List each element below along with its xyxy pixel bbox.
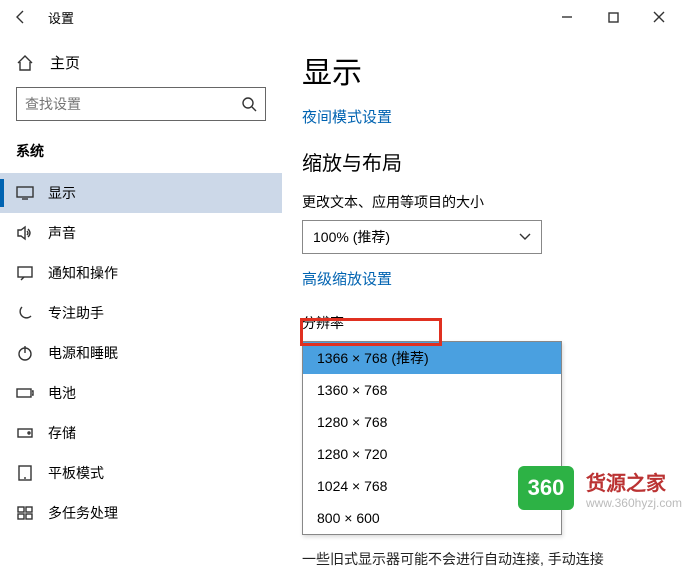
sidebar-item-label: 存储 <box>48 423 76 443</box>
sidebar-item-label: 电源和睡眠 <box>48 343 118 363</box>
minimize-button[interactable] <box>544 0 590 34</box>
multitask-icon <box>16 506 34 520</box>
resolution-option[interactable]: 1366 × 768 (推荐) <box>303 342 561 374</box>
maximize-button[interactable] <box>590 0 636 34</box>
sidebar-item-display[interactable]: 显示 <box>0 173 282 213</box>
sidebar-item-label: 电池 <box>48 383 76 403</box>
close-icon <box>653 11 665 23</box>
footnote-text: 一些旧式显示器可能不会进行自动连接, 手动连接 <box>302 549 662 570</box>
sidebar-item-sound[interactable]: 声音 <box>0 213 282 253</box>
advanced-scale-link[interactable]: 高级缩放设置 <box>302 268 392 289</box>
maximize-icon <box>608 12 619 23</box>
page-title: 显示 <box>302 48 662 92</box>
scale-section-title: 缩放与布局 <box>302 147 662 176</box>
sidebar-item-notifications[interactable]: 通知和操作 <box>0 253 282 293</box>
sidebar-item-battery[interactable]: 电池 <box>0 373 282 413</box>
watermark: 360 货源之家 www.360hyzj.com <box>518 466 682 510</box>
titlebar: 设置 <box>0 0 682 34</box>
tablet-icon <box>16 465 34 481</box>
sidebar-item-multitask[interactable]: 多任务处理 <box>0 493 282 533</box>
main-panel: 显示 夜间模式设置 缩放与布局 更改文本、应用等项目的大小 100% (推荐) … <box>282 34 682 528</box>
display-icon <box>16 186 34 200</box>
home-label: 主页 <box>50 52 80 73</box>
notifications-icon <box>16 265 34 281</box>
minimize-icon <box>561 11 573 23</box>
focus-icon <box>16 305 34 321</box>
storage-icon <box>16 427 34 439</box>
sidebar-nav: 显示 声音 通知和操作 专注助手 电源和睡眠 电池 <box>0 173 282 533</box>
scale-label: 更改文本、应用等项目的大小 <box>302 192 662 212</box>
sidebar-item-label: 多任务处理 <box>48 503 118 523</box>
sidebar-category: 系统 <box>16 141 266 161</box>
sidebar-item-label: 平板模式 <box>48 463 104 483</box>
night-light-link[interactable]: 夜间模式设置 <box>302 106 392 127</box>
power-icon <box>16 345 34 361</box>
sidebar-item-label: 通知和操作 <box>48 263 118 283</box>
sidebar-item-focus[interactable]: 专注助手 <box>0 293 282 333</box>
scale-value: 100% (推荐) <box>313 227 390 247</box>
back-button[interactable] <box>0 0 42 34</box>
scale-combobox[interactable]: 100% (推荐) <box>302 220 542 254</box>
sidebar-item-label: 显示 <box>48 183 76 203</box>
chevron-down-icon <box>519 233 531 241</box>
home-link[interactable]: 主页 <box>16 46 266 87</box>
brand-text: 货源之家 www.360hyzj.com <box>586 467 682 510</box>
window-controls <box>544 0 682 34</box>
sound-icon <box>16 225 34 241</box>
window-title: 设置 <box>48 8 74 27</box>
brand-url: www.360hyzj.com <box>586 496 682 510</box>
battery-icon <box>16 387 34 399</box>
search-icon <box>241 96 257 112</box>
home-icon <box>16 54 34 72</box>
sidebar: 主页 系统 显示 声音 通知和操作 专注助手 <box>0 34 282 528</box>
sidebar-item-label: 专注助手 <box>48 303 104 323</box>
close-button[interactable] <box>636 0 682 34</box>
sidebar-item-label: 声音 <box>48 223 76 243</box>
arrow-left-icon <box>13 9 29 25</box>
sidebar-item-tablet[interactable]: 平板模式 <box>0 453 282 493</box>
resolution-label: 分辨率 <box>302 313 662 333</box>
brand-title: 货源之家 <box>586 467 682 496</box>
resolution-option[interactable]: 1280 × 768 <box>303 406 561 438</box>
search-field[interactable] <box>25 96 241 112</box>
sidebar-item-storage[interactable]: 存储 <box>0 413 282 453</box>
resolution-option[interactable]: 1360 × 768 <box>303 374 561 406</box>
brand-badge: 360 <box>518 466 574 510</box>
sidebar-item-power[interactable]: 电源和睡眠 <box>0 333 282 373</box>
search-input[interactable] <box>16 87 266 121</box>
